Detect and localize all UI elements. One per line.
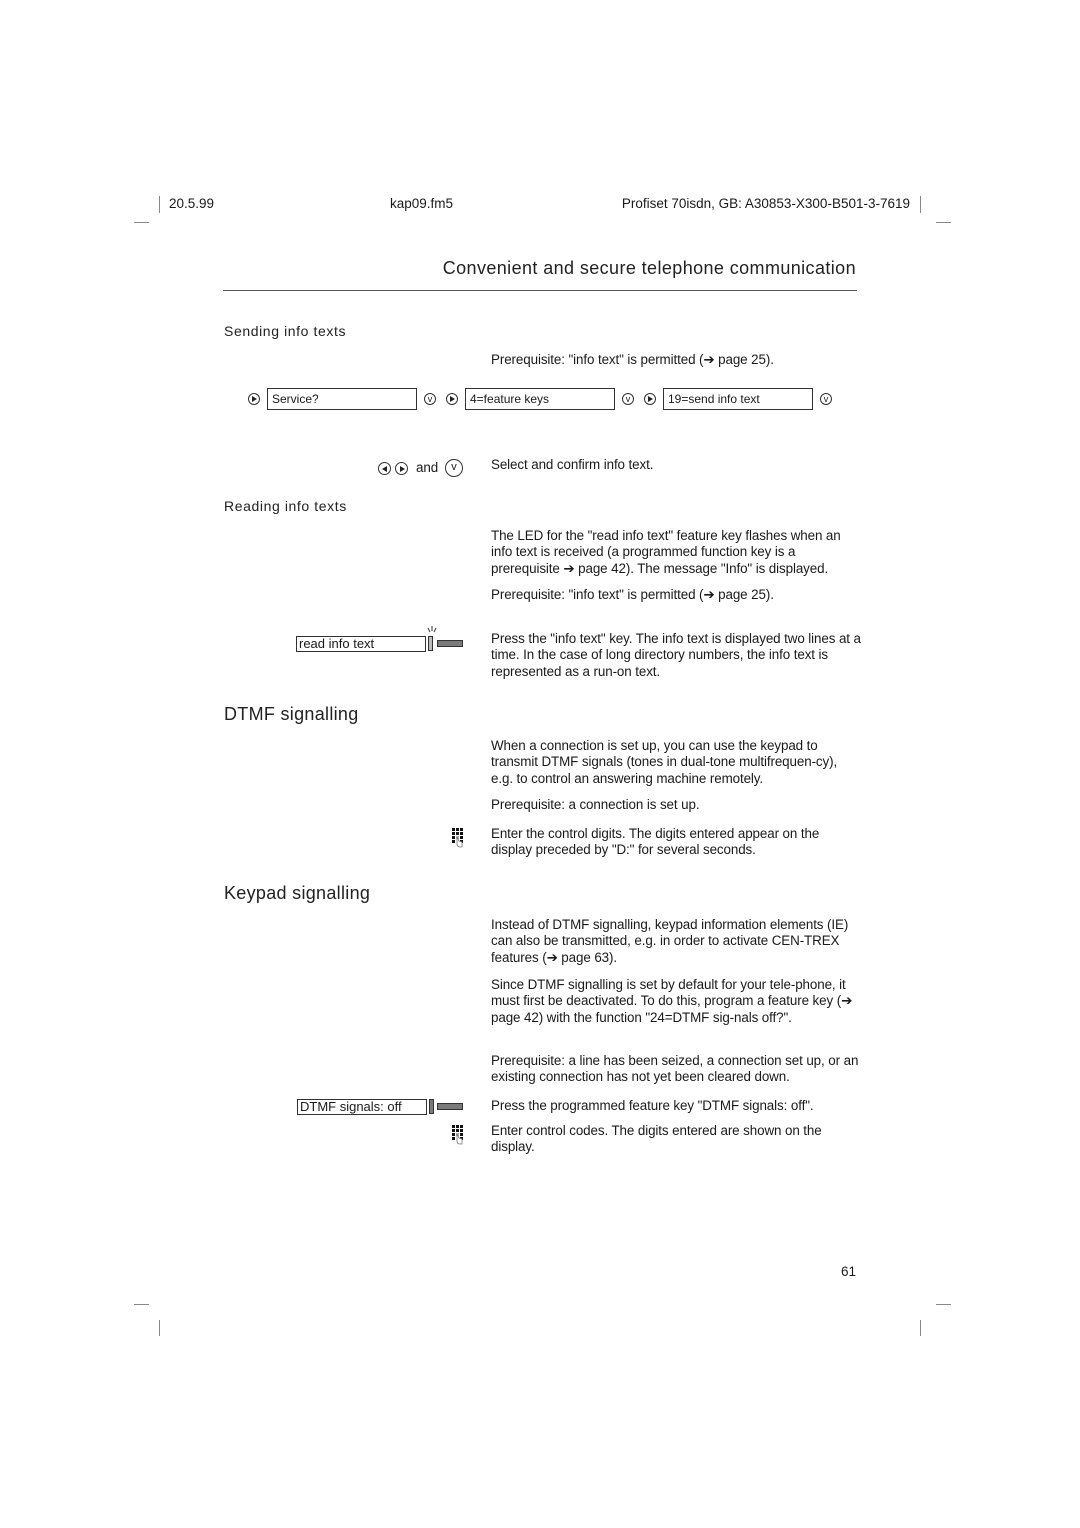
right-arrow-icon[interactable] (446, 393, 458, 405)
read-info-text-label[interactable]: read info text (296, 636, 426, 652)
right-arrow-icon[interactable] (644, 393, 656, 405)
left-arrow-icon[interactable] (378, 462, 391, 475)
display-send-info-text[interactable]: 19=send info text (663, 388, 813, 410)
reading-prerequisite: Prerequisite: "info text" is permitted (… (491, 587, 774, 602)
keypad-control-codes-description: Enter control codes. The digits entered … (491, 1123, 822, 1155)
crop-mark (920, 1320, 921, 1336)
dtmf-key-description: Press the programmed feature key "DTMF s… (491, 1098, 814, 1113)
dtmf-paragraph: When a connection is set up, you can use… (491, 738, 838, 786)
checkmark-icon[interactable]: v (424, 393, 436, 405)
title-rule (223, 290, 857, 291)
led-icon (429, 1099, 434, 1114)
keypad-paragraph-2: Since DTMF signalling is set by default … (491, 977, 853, 1025)
read-key-description: Press the "info text" key. The info text… (491, 631, 861, 679)
crop-mark (936, 1304, 951, 1305)
page-number: 61 (841, 1264, 857, 1279)
subheading-sending: Sending info texts (224, 323, 347, 339)
dtmf-prerequisite: Prerequisite: a connection is set up. (491, 797, 700, 812)
feature-key-icon (437, 640, 463, 647)
subheading-reading: Reading info texts (224, 498, 347, 514)
crop-mark (134, 1304, 149, 1305)
select-confirm-text: Select and confirm info text. (491, 457, 654, 472)
keypad-prerequisite: Prerequisite: a line has been seized, a … (491, 1053, 859, 1085)
sending-prerequisite: Prerequisite: "info text" is permitted (… (491, 352, 774, 367)
and-label: and (416, 460, 439, 475)
checkmark-icon[interactable]: v (445, 459, 463, 477)
header-date: 20.5.99 (169, 196, 215, 211)
display-feature-keys[interactable]: 4=feature keys (465, 388, 615, 410)
dtmf-keypad-description: Enter the control digits. The digits ent… (491, 826, 820, 858)
header-product: Profiset 70isdn, GB: A30853-X300-B501-3-… (621, 196, 910, 211)
checkmark-icon[interactable]: v (820, 393, 832, 405)
flashing-led-icon (427, 626, 437, 633)
keypad-icon (452, 828, 463, 848)
dtmf-signals-off-label[interactable]: DTMF signals: off (297, 1099, 427, 1115)
crop-mark (920, 196, 921, 213)
led-icon (428, 636, 433, 651)
section-heading-keypad: Keypad signalling (224, 883, 371, 903)
crop-mark (936, 222, 951, 223)
crop-mark (134, 222, 149, 223)
keypad-icon (452, 1125, 463, 1145)
section-heading-dtmf: DTMF signalling (224, 704, 359, 724)
reading-paragraph: The LED for the "read info text" feature… (491, 528, 841, 576)
header-filename: kap09.fm5 (390, 196, 454, 211)
chapter-title: Convenient and secure telephone communic… (442, 258, 856, 278)
right-arrow-icon[interactable] (248, 393, 260, 405)
display-service[interactable]: Service? (267, 388, 417, 410)
keypad-paragraph-1: Instead of DTMF signalling, keypad infor… (491, 917, 849, 965)
crop-mark (159, 196, 160, 213)
crop-mark (159, 1320, 160, 1336)
checkmark-icon[interactable]: v (622, 393, 634, 405)
right-arrow-icon[interactable] (395, 462, 408, 475)
feature-key-icon (437, 1103, 463, 1110)
